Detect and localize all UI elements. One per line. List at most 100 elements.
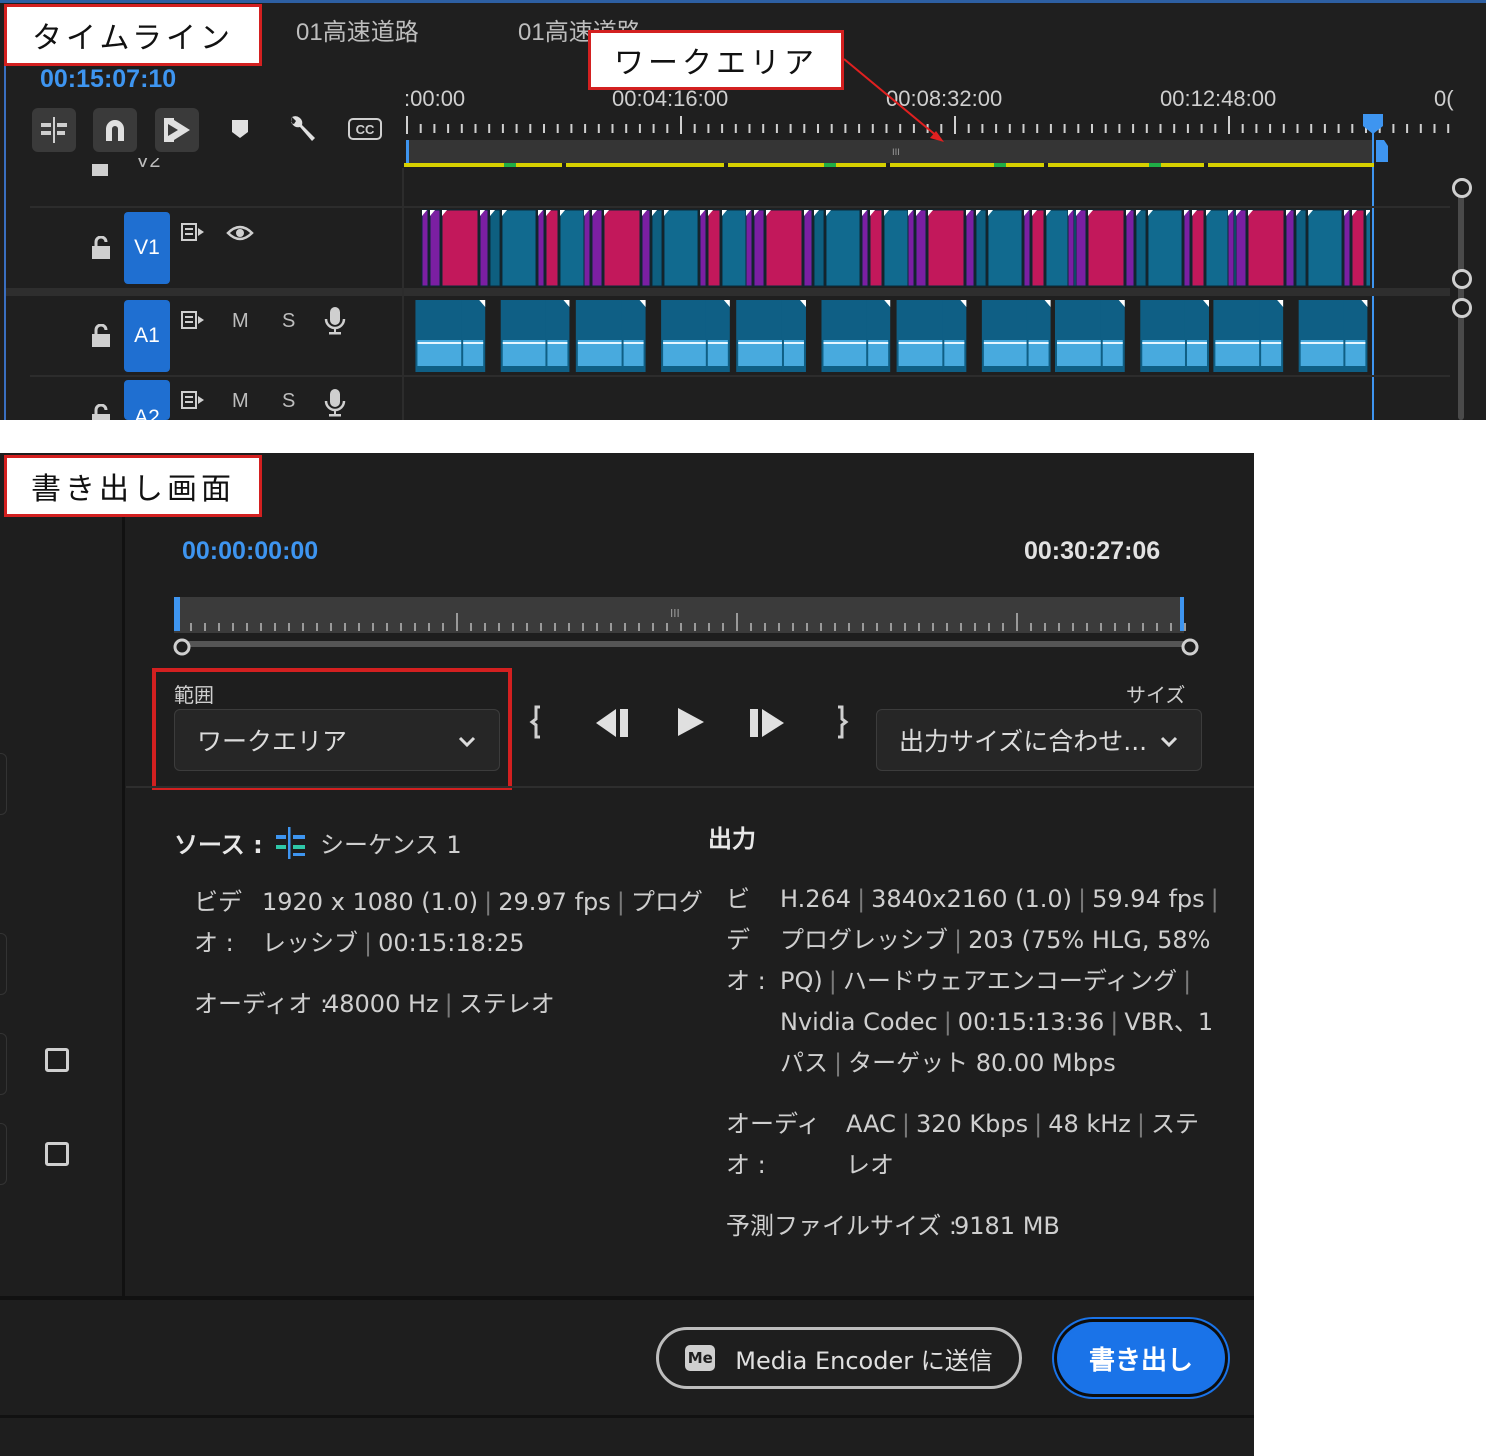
video-clip — [699, 209, 707, 287]
scrubber-tick — [568, 623, 570, 631]
current-timecode[interactable]: 00:15:07:10 — [40, 65, 176, 94]
sync-lock-icon[interactable] — [180, 390, 206, 414]
track-v1-lock-icon[interactable] — [90, 235, 112, 264]
video-clip — [641, 209, 651, 287]
eye-icon[interactable] — [226, 224, 254, 246]
scrubber-tick — [344, 623, 346, 631]
ruler-tick — [1392, 124, 1395, 133]
step-forward-icon[interactable] — [748, 707, 788, 743]
ruler-tick — [967, 124, 970, 133]
track-a1-lock-icon[interactable] — [90, 323, 112, 352]
ruler-tick — [666, 124, 669, 133]
video-clips-track-v1[interactable] — [404, 206, 1370, 290]
scrubber-tick — [1142, 623, 1144, 631]
sidebar-tab[interactable] — [0, 1123, 7, 1185]
size-dropdown[interactable]: 出力サイズに合わせ... — [876, 709, 1202, 771]
output-video-label-1: ビ — [726, 885, 750, 913]
track-a2-target[interactable]: A2 — [124, 380, 170, 420]
insert-icon[interactable] — [32, 108, 76, 152]
source-fps: 29.97 fps — [498, 888, 611, 916]
captions-icon[interactable]: CC — [348, 118, 382, 140]
sync-lock-icon[interactable] — [180, 310, 206, 334]
scrubber-tick — [1100, 623, 1102, 631]
video-clip — [651, 209, 663, 287]
scroll-handle-audio[interactable] — [1452, 298, 1472, 318]
source-video-line-1: 1920 x 1080 (1.0) | 29.97 fps | プログ — [262, 888, 703, 916]
range-in-handle — [174, 597, 180, 631]
track-v1-target[interactable]: V1 — [124, 212, 170, 284]
step-back-icon[interactable] — [592, 707, 632, 743]
ruler-tick — [556, 124, 559, 133]
track-a1-solo-button[interactable]: S — [282, 310, 295, 333]
output-label: 出力 — [708, 825, 756, 853]
scrubber-tick — [246, 623, 248, 631]
source-label: ソース : — [174, 831, 263, 859]
video-clip — [1183, 209, 1191, 287]
scrubber-tick — [330, 623, 332, 631]
ruler-tick — [1255, 124, 1258, 133]
ruler-tick — [1296, 124, 1299, 133]
go-to-out-icon[interactable] — [834, 705, 850, 743]
source-resolution: 1920 x 1080 (1.0) — [262, 888, 479, 916]
scrubber-tick — [904, 623, 906, 631]
audio-level-line — [1345, 342, 1366, 344]
ruler-tick — [789, 124, 792, 133]
ruler-tick — [1337, 124, 1340, 133]
send-to-media-encoder-button[interactable]: Me Media Encoder に送信 — [656, 1327, 1022, 1389]
audio-clips-track-a1[interactable] — [404, 296, 1370, 376]
video-clip — [489, 209, 501, 287]
track-a2-lock-icon[interactable] — [90, 404, 112, 420]
ruler-tick — [611, 124, 614, 133]
wrench-icon[interactable] — [286, 113, 318, 145]
sidebar-tab[interactable] — [0, 753, 7, 815]
scroll-handle-bottom[interactable] — [1452, 269, 1472, 289]
source-audio-value: 48000 Hz | ステレオ — [324, 990, 555, 1018]
video-clip — [501, 209, 537, 287]
microphone-icon[interactable] — [324, 306, 346, 340]
marker-icon[interactable] — [230, 118, 250, 140]
video-clip — [975, 209, 987, 287]
ruler-tick — [1118, 124, 1121, 133]
ruler-tick — [1132, 124, 1135, 133]
ruler-tick — [748, 124, 751, 133]
scrubber-tick — [1170, 623, 1172, 631]
sidebar-tab[interactable] — [0, 1033, 7, 1095]
checkbox[interactable] — [45, 1048, 69, 1072]
timeline-panel: 01高速道路 01高速道路 00:15:07:10 CC :00:00 00:0… — [0, 0, 1486, 420]
ruler-tick — [1159, 124, 1162, 133]
sequence-icon — [274, 827, 308, 863]
audio-level-line — [1102, 342, 1123, 344]
scrubber-tick — [988, 623, 990, 631]
export-range-scrubber[interactable]: III — [170, 593, 1204, 657]
scroll-handle-top[interactable] — [1452, 178, 1472, 198]
sequence-tab-1[interactable]: 01高速道路 — [296, 12, 419, 47]
scrubber-tick — [1072, 623, 1074, 631]
output-audio-label-2: オ : — [726, 1151, 766, 1179]
track-a2-mute-button[interactable]: M — [232, 390, 249, 413]
ruler-tick — [1104, 124, 1107, 133]
video-clip — [1365, 209, 1370, 287]
sidebar-tab[interactable] — [0, 933, 7, 995]
export-start-timecode[interactable]: 00:00:00:00 — [182, 537, 318, 566]
track-v2-lock-icon[interactable] — [90, 158, 110, 176]
track-a1-target[interactable]: A1 — [124, 300, 170, 372]
go-to-in-icon[interactable] — [528, 705, 544, 743]
play-icon[interactable] — [674, 705, 708, 743]
ruler-tick — [1008, 124, 1011, 133]
track-a2-solo-button[interactable]: S — [282, 390, 295, 413]
source-scan-a: プログ — [630, 888, 703, 916]
linked-selection-icon[interactable] — [155, 108, 199, 152]
sync-lock-icon[interactable] — [180, 222, 206, 246]
track-a1-mute-button[interactable]: M — [232, 310, 249, 333]
scrubber-tick — [680, 623, 682, 631]
ruler-tick — [584, 124, 587, 133]
checkbox[interactable] — [45, 1142, 69, 1166]
scrubber-tick — [862, 623, 864, 631]
export-button[interactable]: 書き出し — [1060, 1325, 1222, 1391]
scrubber-tick — [610, 623, 612, 631]
output-video-line-4: Nvidia Codec | 00:15:13:36 | VBR、1 — [780, 1008, 1214, 1036]
scrubber-tick — [624, 623, 626, 631]
snap-icon[interactable] — [93, 108, 137, 152]
video-clip — [861, 209, 869, 287]
microphone-icon[interactable] — [324, 388, 346, 422]
